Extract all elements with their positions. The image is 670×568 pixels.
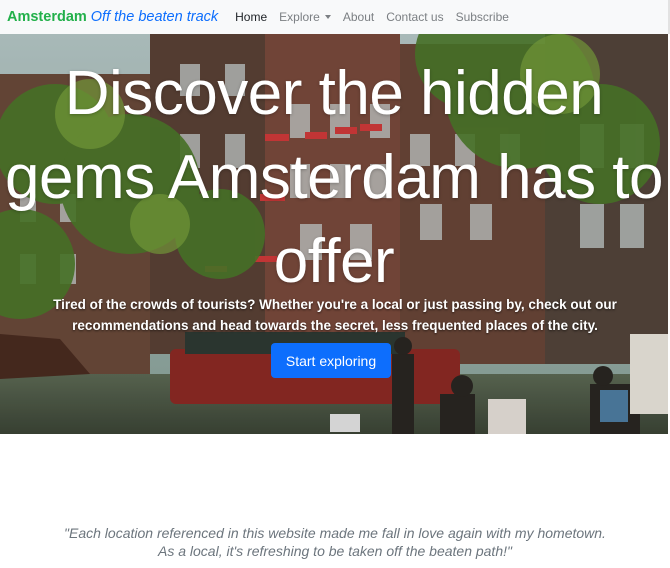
nav-link-about[interactable]: About <box>343 10 374 24</box>
hero-section: Discover the hidden gems Amsterdam has t… <box>0 34 668 434</box>
brand-logo[interactable]: Amsterdam Off the beaten track <box>7 9 218 25</box>
page: Amsterdam Off the beaten track Home Expl… <box>0 0 670 568</box>
nav-link-contact[interactable]: Contact us <box>386 10 443 24</box>
nav-link-subscribe[interactable]: Subscribe <box>456 10 509 24</box>
nav-link-explore-label: Explore <box>279 10 320 24</box>
testimonial-quote: "Each location referenced in this websit… <box>64 525 606 559</box>
brand-name: Amsterdam <box>7 9 87 25</box>
navbar: Amsterdam Off the beaten track Home Expl… <box>0 0 670 34</box>
hero-subtitle: Tired of the crowds of tourists? Whether… <box>53 297 617 333</box>
nav-dropdown-explore[interactable]: Explore <box>279 10 331 24</box>
chevron-down-icon <box>324 15 331 19</box>
nav-menu: Home Explore About Contact us Subscribe <box>235 10 521 24</box>
nav-link-home[interactable]: Home <box>235 10 267 24</box>
brand-tagline: Off the beaten track <box>90 9 219 25</box>
hero-title: Discover the hidden gems Amsterdam has t… <box>5 59 664 296</box>
start-exploring-button[interactable]: Start exploring <box>271 343 391 378</box>
